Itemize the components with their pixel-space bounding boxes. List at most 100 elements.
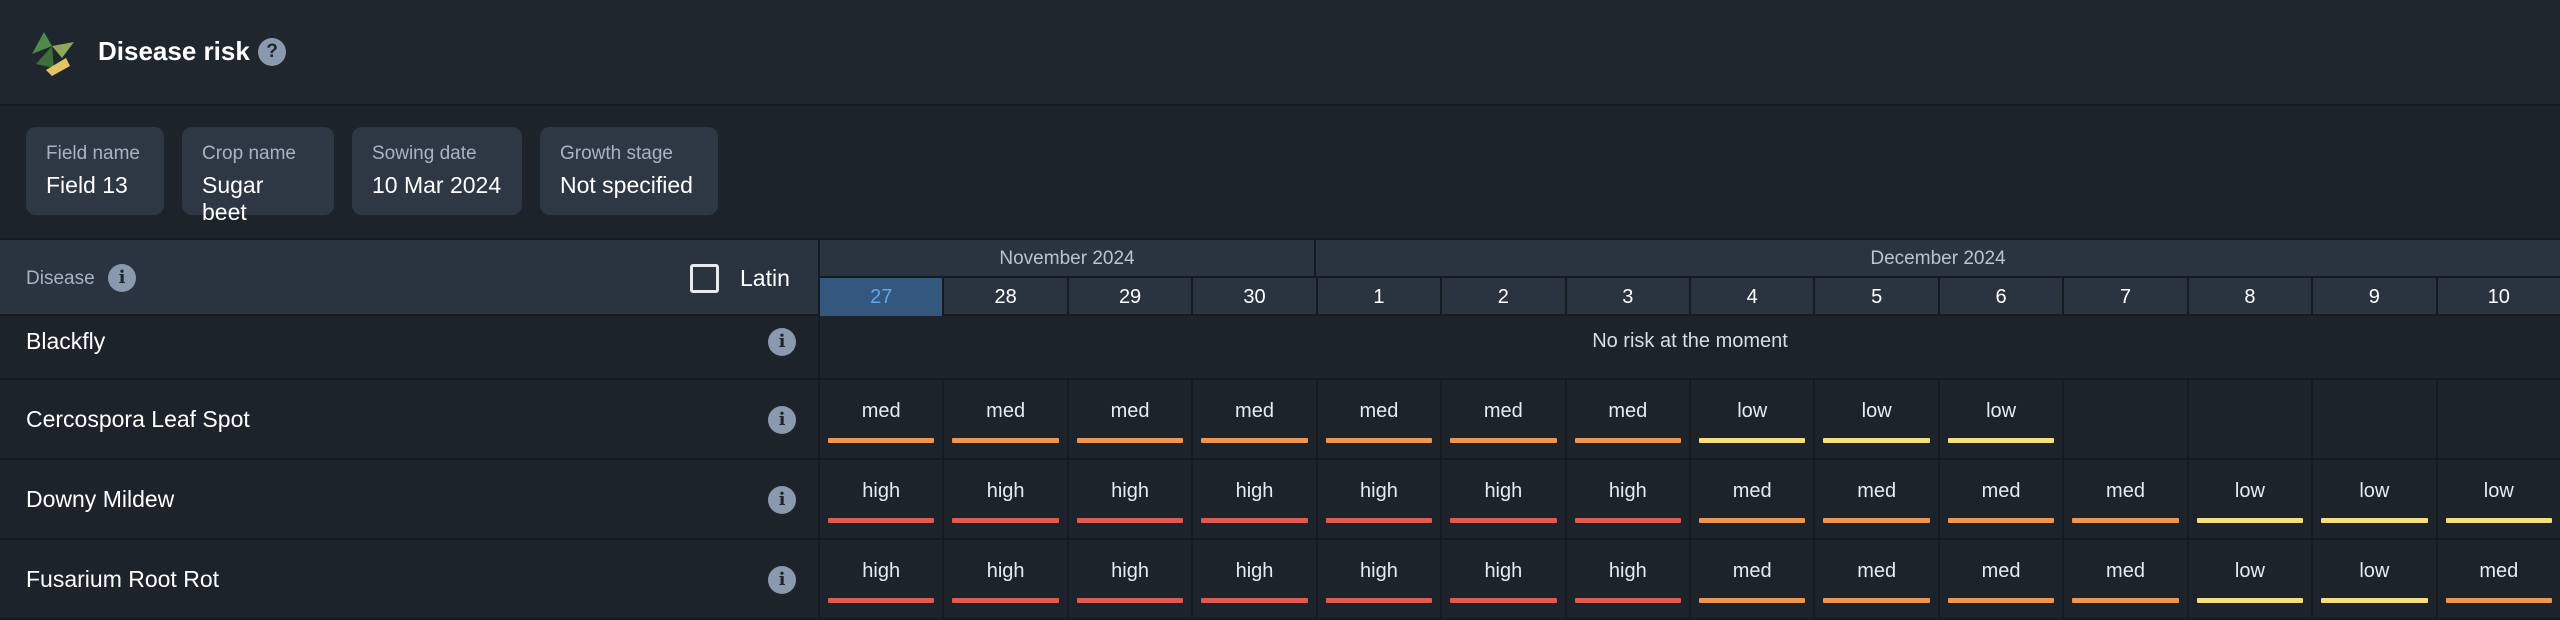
risk-level-label: med bbox=[1732, 480, 1772, 502]
disease-risk-table: Disease i Latin November 2024 December 2… bbox=[0, 238, 2560, 620]
risk-level-label: low bbox=[1986, 400, 2017, 422]
risk-cell: high bbox=[1191, 540, 1315, 620]
risk-cell: med bbox=[2062, 540, 2186, 620]
month-label: December 2024 bbox=[1314, 240, 2560, 278]
latin-checkbox[interactable] bbox=[690, 264, 719, 293]
risk-bar-low bbox=[2321, 518, 2428, 523]
risk-cell: high bbox=[818, 460, 942, 540]
risk-cell: med bbox=[1191, 380, 1315, 460]
risk-cell: low bbox=[2435, 460, 2560, 540]
disease-name: Fusarium Root Rot bbox=[26, 566, 220, 592]
risk-level-label: med bbox=[1235, 400, 1274, 422]
risk-level-label: med bbox=[1732, 560, 1772, 582]
risk-cell: high bbox=[818, 540, 942, 620]
risk-bar-high bbox=[1574, 598, 1681, 603]
risk-bar-med bbox=[1947, 598, 2055, 603]
risk-level-label: low bbox=[2359, 480, 2390, 502]
leaf-logo-icon bbox=[32, 32, 74, 76]
risk-bar-high bbox=[1325, 518, 1433, 523]
day-header-7: 7 bbox=[2062, 278, 2186, 316]
disease-info-icon[interactable]: i bbox=[768, 486, 796, 514]
day-header-3: 3 bbox=[1564, 278, 1689, 316]
risk-cell: med bbox=[818, 380, 942, 460]
risk-level-label: high bbox=[1608, 480, 1647, 502]
risk-cell: high bbox=[942, 460, 1066, 540]
risk-level-label: high bbox=[1235, 560, 1274, 582]
risk-cell: low bbox=[2311, 460, 2435, 540]
risk-cell: low bbox=[2186, 540, 2311, 620]
disease-name: Blackfly bbox=[26, 328, 106, 354]
risk-bar-med bbox=[1823, 518, 1930, 523]
risk-bar-low bbox=[2196, 598, 2304, 603]
risk-cell: high bbox=[1066, 460, 1191, 540]
risk-bar-high bbox=[1201, 518, 1308, 523]
risk-cell: high bbox=[1315, 540, 1440, 620]
help-icon[interactable]: ? bbox=[258, 38, 286, 66]
risk-bar-med bbox=[2072, 598, 2179, 603]
risk-level-label: low bbox=[2234, 560, 2265, 582]
risk-cell: med bbox=[1689, 460, 1813, 540]
risk-cell: high bbox=[1066, 540, 1191, 620]
risk-bar-low bbox=[1699, 438, 1806, 443]
risk-cell: med bbox=[1689, 540, 1813, 620]
day-header-row: 27 28 29 30 1 2 3 4 5 6 7 8 9 10 bbox=[818, 276, 2560, 316]
risk-level-label: med bbox=[1857, 560, 1897, 582]
risk-cell: low bbox=[1937, 380, 2062, 460]
growth-stage-chip: Growth stage Not specified bbox=[540, 127, 718, 215]
day-header-8: 8 bbox=[2186, 278, 2311, 316]
risk-level-label: low bbox=[2234, 480, 2265, 502]
risk-level-label: med bbox=[2106, 480, 2145, 502]
day-header-2: 2 bbox=[1440, 278, 1564, 316]
risk-cell: high bbox=[1564, 540, 1689, 620]
risk-bar-med bbox=[1450, 438, 1557, 443]
chip-label: Sowing date bbox=[372, 143, 477, 164]
risk-bar-low bbox=[1947, 438, 2055, 443]
chip-value: Not specified bbox=[560, 172, 693, 198]
risk-level-label: med bbox=[1981, 560, 2021, 582]
disease-row: Fusarium Root Rot i high high high high high hi… bbox=[0, 540, 2560, 620]
risk-cell: med bbox=[1813, 460, 1937, 540]
day-header-4: 4 bbox=[1689, 278, 1813, 316]
latin-label[interactable]: Latin bbox=[740, 265, 790, 292]
risk-cell: med bbox=[1440, 380, 1564, 460]
risk-cell: med bbox=[1937, 460, 2062, 540]
risk-bar-med bbox=[1699, 598, 1806, 603]
disease-header-label: Disease bbox=[26, 268, 95, 289]
risk-bar-med bbox=[1823, 598, 1930, 603]
risk-cell: low bbox=[2186, 460, 2311, 540]
day-header-30: 30 bbox=[1191, 278, 1315, 316]
risk-bar-high bbox=[1450, 598, 1557, 603]
risk-cell: high bbox=[942, 540, 1066, 620]
risk-bar-high bbox=[952, 598, 1059, 603]
risk-bar-high bbox=[1325, 598, 1433, 603]
chip-value: Sugar beet bbox=[202, 172, 264, 225]
risk-bar-high bbox=[1450, 518, 1557, 523]
chip-value: 10 Mar 2024 bbox=[372, 172, 502, 198]
risk-bar-med bbox=[2445, 598, 2552, 603]
disease-info-icon[interactable]: i bbox=[768, 566, 796, 594]
chip-label: Growth stage bbox=[560, 143, 673, 164]
chip-value: Field 13 bbox=[46, 172, 128, 198]
risk-bar-med bbox=[1574, 438, 1681, 443]
risk-cell: med bbox=[1564, 380, 1689, 460]
disease-info-icon[interactable]: i bbox=[768, 406, 796, 434]
disease-info-icon[interactable]: i bbox=[768, 328, 796, 356]
disease-column-header: Disease i Latin bbox=[0, 238, 818, 316]
no-risk-message: No risk at the moment bbox=[818, 316, 2560, 378]
risk-level-label: med bbox=[861, 400, 901, 422]
risk-level-label: med bbox=[1359, 400, 1399, 422]
disease-row: Blackfly i No risk at the moment bbox=[0, 316, 2560, 380]
day-header-5: 5 bbox=[1813, 278, 1937, 316]
risk-level-label: med bbox=[986, 400, 1026, 422]
risk-level-label: high bbox=[986, 480, 1025, 502]
risk-bar-med bbox=[952, 438, 1059, 443]
risk-level-label: low bbox=[2359, 560, 2390, 582]
risk-level-label: high bbox=[862, 480, 901, 502]
risk-cell: high bbox=[1440, 460, 1564, 540]
field-info-bar: Field name Field 13 Crop name Sugar beet… bbox=[0, 108, 2560, 238]
risk-level-label: med bbox=[1483, 400, 1523, 422]
disease-info-icon[interactable]: i bbox=[108, 264, 136, 292]
risk-bar-high bbox=[828, 518, 935, 523]
page-title: Disease risk bbox=[98, 36, 250, 66]
risk-cell: high bbox=[1315, 460, 1440, 540]
